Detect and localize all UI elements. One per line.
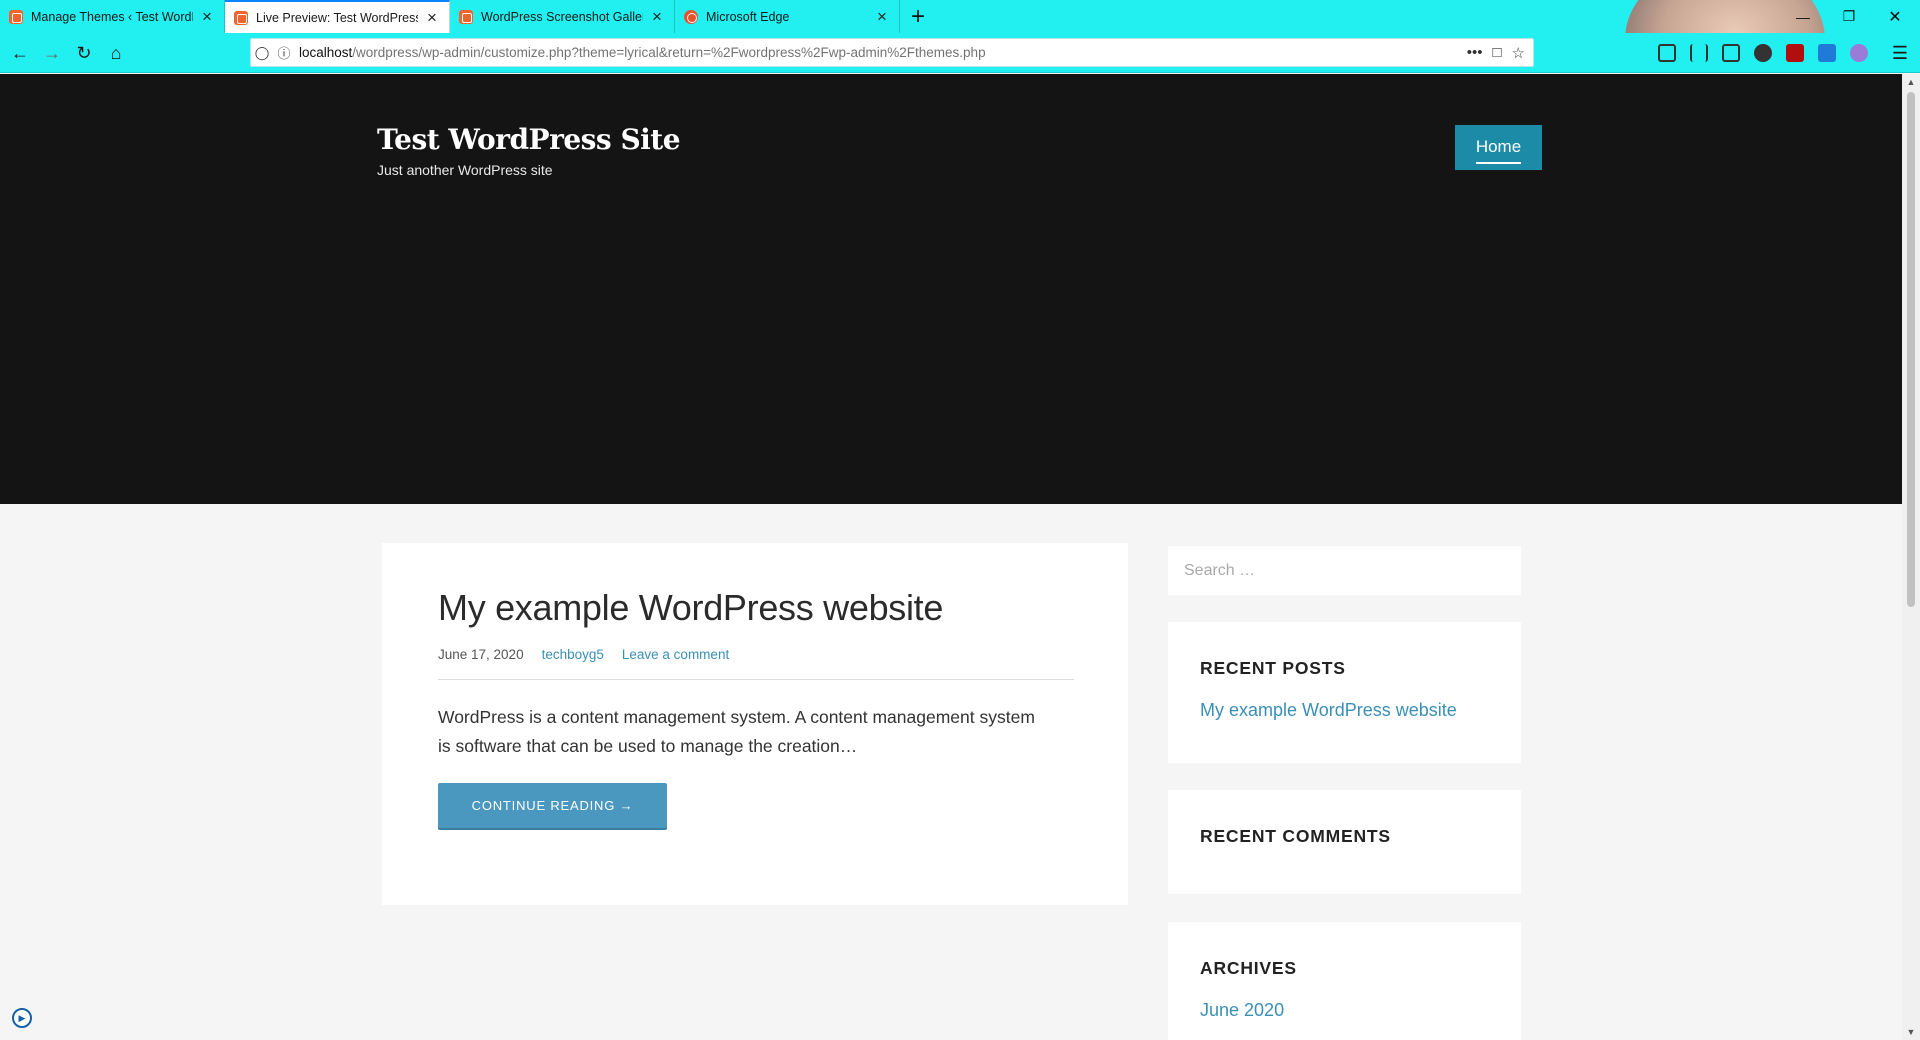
- restore-icon[interactable]: ❐: [1826, 0, 1872, 33]
- widget-title: ARCHIVES: [1200, 958, 1297, 978]
- ublock-extension-icon[interactable]: [1786, 44, 1804, 62]
- page-actions-icon[interactable]: •••: [1467, 44, 1483, 62]
- close-tab-icon[interactable]: ×: [424, 8, 440, 28]
- site-title[interactable]: Test WordPress Site: [377, 123, 681, 156]
- sidebar-icon[interactable]: [1722, 44, 1740, 62]
- tab-label: WordPress Screenshot Gallery: [481, 9, 643, 24]
- post-card: My example WordPress website June 17, 20…: [382, 543, 1128, 905]
- library-icon[interactable]: [1690, 44, 1708, 62]
- scroll-up-icon[interactable]: ▲: [1902, 74, 1920, 90]
- close-tab-icon[interactable]: ×: [199, 7, 215, 27]
- archives-widget: ARCHIVES June 2020: [1168, 922, 1521, 1040]
- continue-reading-button[interactable]: CONTINUE READING →: [438, 783, 667, 828]
- xampp-favicon-icon: [459, 9, 473, 24]
- home-icon[interactable]: ⌂: [102, 39, 130, 67]
- tab-label: Manage Themes ‹ Test WordPress: [31, 9, 193, 24]
- nav-home-label: Home: [1475, 136, 1522, 164]
- tab-manage-themes[interactable]: Manage Themes ‹ Test WordPress ×: [0, 0, 225, 33]
- close-tab-icon[interactable]: ×: [649, 7, 665, 27]
- xampp-favicon-icon: [9, 9, 23, 24]
- navigation-toolbar: ← → ↻ ⌂ ◯ ⓘ localhost/wordpress/wp-admin…: [0, 33, 1920, 73]
- url-host: localhost: [299, 45, 353, 60]
- archive-link[interactable]: June 2020: [1200, 1000, 1284, 1021]
- account-icon[interactable]: [1754, 44, 1772, 62]
- new-tab-button[interactable]: +: [900, 0, 936, 33]
- tab-screenshot-gallery[interactable]: WordPress Screenshot Gallery ×: [450, 0, 675, 33]
- tab-label: Microsoft Edge: [706, 9, 790, 24]
- tab-microsoft-edge[interactable]: Microsoft Edge ×: [675, 0, 900, 33]
- nav-item-home[interactable]: Home: [1455, 125, 1542, 170]
- page-viewport: Test WordPress Site Just another WordPre…: [0, 74, 1902, 1040]
- bookmark-star-icon[interactable]: ☆: [1512, 44, 1525, 62]
- recent-post-link[interactable]: My example WordPress website: [1200, 700, 1457, 721]
- page-scrollbar[interactable]: ▲ ▼: [1902, 74, 1920, 1040]
- address-bar[interactable]: ◯ ⓘ localhost/wordpress/wp-admin/customi…: [250, 38, 1534, 67]
- leave-comment-link[interactable]: Leave a comment: [622, 647, 729, 662]
- reload-icon[interactable]: ↻: [70, 39, 98, 67]
- post-title[interactable]: My example WordPress website: [438, 587, 943, 629]
- widget-title: RECENT COMMENTS: [1200, 826, 1391, 846]
- scroll-down-icon[interactable]: ▼: [1902, 1024, 1920, 1040]
- window-close-icon[interactable]: ✕: [1872, 0, 1918, 33]
- back-icon[interactable]: ←: [6, 39, 34, 67]
- search-input[interactable]: Search …: [1168, 546, 1521, 595]
- forward-icon[interactable]: →: [38, 39, 66, 67]
- menu-icon[interactable]: ☰: [1886, 39, 1914, 67]
- extension-s-icon[interactable]: [1818, 44, 1836, 62]
- tracking-shield-icon[interactable]: ◯: [251, 45, 273, 61]
- divider: [438, 679, 1074, 680]
- site-header: Test WordPress Site Just another WordPre…: [0, 74, 1902, 504]
- reddit-favicon-icon: [684, 9, 698, 24]
- minimize-icon[interactable]: —: [1780, 0, 1826, 33]
- xampp-favicon-icon: [234, 10, 248, 25]
- tab-live-preview[interactable]: Live Preview: Test WordPress Site ×: [225, 0, 450, 33]
- accessibility-play-icon[interactable]: ▶: [12, 1008, 32, 1028]
- recent-comments-widget: RECENT COMMENTS: [1168, 790, 1521, 894]
- recent-posts-widget: RECENT POSTS My example WordPress websit…: [1168, 622, 1521, 763]
- post-meta: June 17, 2020 techboyg5 Leave a comment: [438, 647, 729, 662]
- close-tab-icon[interactable]: ×: [874, 7, 890, 27]
- extension-location-icon[interactable]: [1850, 44, 1868, 62]
- widget-title: RECENT POSTS: [1200, 658, 1346, 678]
- scrollbar-thumb[interactable]: [1907, 92, 1915, 607]
- site-info-icon[interactable]: ⓘ: [273, 43, 295, 62]
- post-excerpt: WordPress is a content management system…: [438, 707, 1035, 756]
- post-author[interactable]: techboyg5: [542, 647, 604, 662]
- url-path: /wordpress/wp-admin/customize.php?theme=…: [352, 45, 986, 60]
- tab-label: Live Preview: Test WordPress Site: [256, 10, 418, 25]
- downloads-icon[interactable]: [1658, 44, 1676, 62]
- site-description: Just another WordPress site: [377, 162, 553, 178]
- post-date[interactable]: June 17, 2020: [438, 647, 524, 662]
- pocket-icon[interactable]: □: [1492, 44, 1501, 62]
